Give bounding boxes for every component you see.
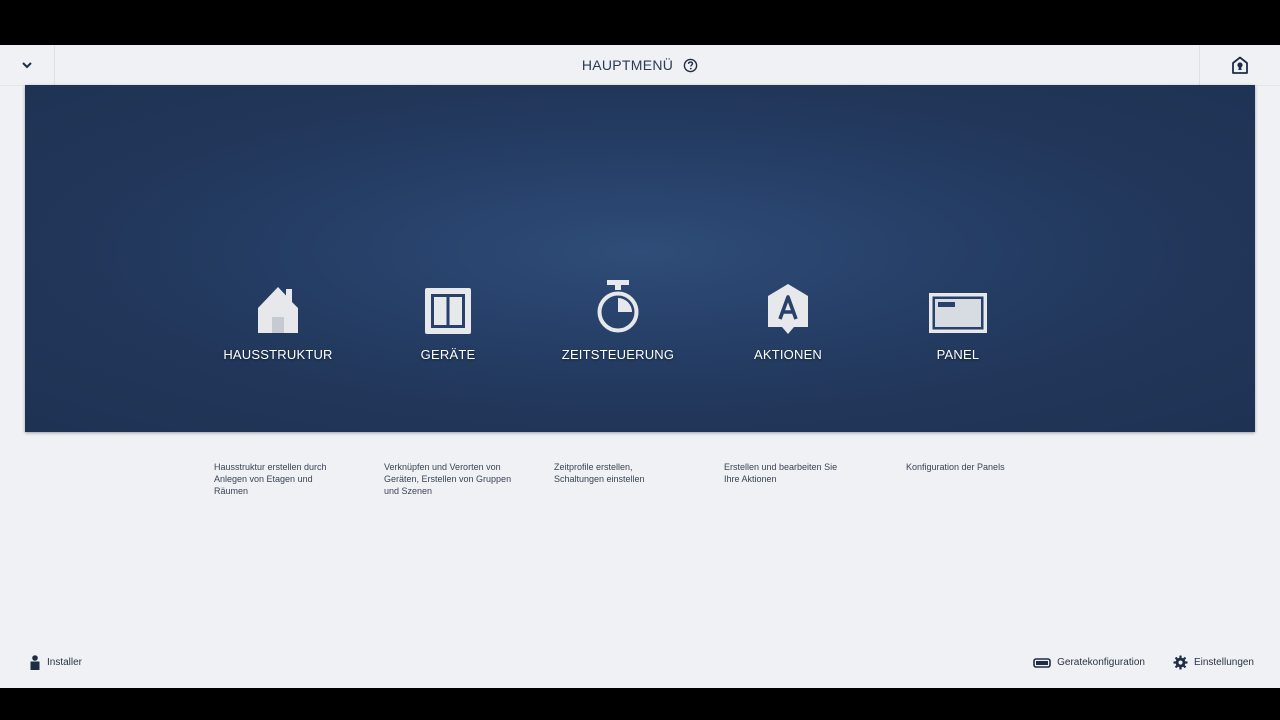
- tile-label: HAUSSTRUKTUR: [223, 347, 333, 362]
- settings-label: Einstellungen: [1193, 657, 1254, 668]
- device-config-icon: [1033, 657, 1051, 668]
- device-config-label: Geratekonfiguration: [1057, 657, 1145, 668]
- help-circle-icon: [683, 58, 698, 72]
- menu-toggle-button[interactable]: [0, 45, 55, 85]
- gear-icon: [1173, 655, 1188, 670]
- main-menu-banner: HAUSSTRUKTUR GERÄTE ZEITSTEUERUNG AKTION…: [25, 85, 1255, 432]
- footer-actions: Geratekonfiguration Einstellungen: [1033, 655, 1254, 670]
- tile-zeitsteuerung[interactable]: ZEITSTEUERUNG: [533, 275, 703, 375]
- tile-description-panel: Konfiguration der Panels: [906, 462, 1005, 472]
- tile-description-zeitsteuerung: Zeitprofile erstellen, Schaltungen einst…: [554, 462, 645, 484]
- tile-panel[interactable]: PANEL: [873, 275, 1043, 375]
- user-label: Installer: [47, 657, 83, 668]
- app-window: HAUPTMENÜ HAUSSTRUKTUR GERÄTE ZEITSTEUER…: [0, 45, 1280, 688]
- tile-description-aktionen: Erstellen und bearbeiten Sie Ihre Aktion…: [724, 462, 838, 484]
- device-icon: [425, 288, 471, 334]
- tile-description-geraete: Verknüpfen und Verorten von Geräten, Ers…: [384, 462, 512, 496]
- tile-label: AKTIONEN: [753, 347, 823, 362]
- panel-icon: [929, 293, 987, 333]
- user-icon: [30, 655, 40, 670]
- home-lock-icon: [1232, 56, 1248, 74]
- tile-label: ZEITSTEUERUNG: [561, 347, 675, 362]
- home-lock-button[interactable]: [1199, 45, 1280, 85]
- stopwatch-icon: [597, 280, 639, 333]
- tile-hausstruktur[interactable]: HAUSSTRUKTUR: [193, 275, 363, 375]
- tile-description-hausstruktur: Hausstruktur erstellen durch Anlegen von…: [214, 462, 327, 496]
- device-config-button[interactable]: Geratekonfiguration: [1033, 657, 1145, 668]
- tile-label: GERÄTE: [420, 347, 476, 362]
- help-button[interactable]: [683, 58, 698, 73]
- user-role-button[interactable]: Installer: [29, 655, 82, 670]
- header-bar: HAUPTMENÜ: [0, 45, 1280, 86]
- house-icon: [258, 287, 298, 333]
- tile-geraete[interactable]: GERÄTE: [363, 275, 533, 375]
- chevron-down-icon: [22, 62, 32, 69]
- tile-aktionen[interactable]: AKTIONEN: [703, 275, 873, 375]
- tile-label: PANEL: [936, 347, 980, 362]
- action-a-icon: [768, 284, 808, 334]
- settings-button[interactable]: Einstellungen: [1173, 655, 1254, 670]
- page-title: HAUPTMENÜ: [581, 57, 674, 73]
